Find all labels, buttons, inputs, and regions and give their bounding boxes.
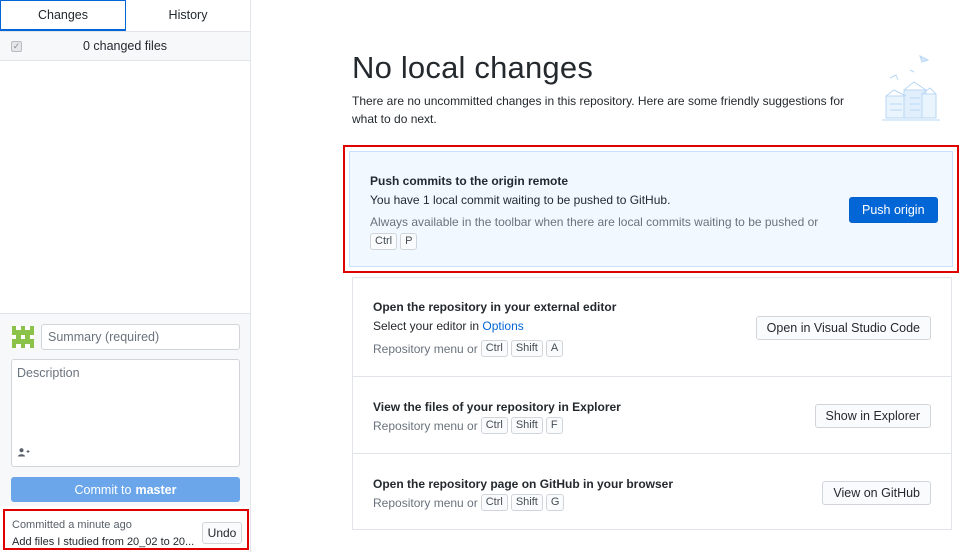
kbd-ctrl: Ctrl bbox=[480, 417, 508, 434]
push-origin-button[interactable]: Push origin bbox=[849, 197, 938, 223]
changed-files-header: ✓ 0 changed files bbox=[0, 32, 250, 61]
kbd-f: F bbox=[545, 417, 563, 434]
suggestions-list: Open the repository in your external edi… bbox=[352, 277, 952, 530]
explorer-hint-text: Repository menu or bbox=[373, 418, 478, 433]
suggestion-show-explorer: View the files of your repository in Exp… bbox=[353, 377, 951, 454]
push-shortcut: Ctrl P bbox=[370, 233, 418, 250]
last-commit-time: Committed a minute ago bbox=[12, 519, 132, 531]
github-title: Open the repository page on GitHub in yo… bbox=[373, 477, 674, 491]
push-card-body: Push commits to the origin remote You ha… bbox=[349, 151, 953, 267]
kbd-g: G bbox=[545, 494, 565, 511]
empty-boxes-illustration-icon bbox=[882, 55, 940, 121]
kbd-ctrl: Ctrl bbox=[370, 233, 398, 250]
explorer-title: View the files of your repository in Exp… bbox=[373, 400, 621, 414]
kbd-ctrl: Ctrl bbox=[480, 340, 508, 357]
kbd-ctrl: Ctrl bbox=[480, 494, 508, 511]
tab-changes[interactable]: Changes bbox=[0, 0, 126, 31]
avatar bbox=[12, 326, 34, 348]
page-subtitle: There are no uncommitted changes in this… bbox=[352, 94, 845, 126]
changed-files-count: 0 changed files bbox=[82, 39, 168, 53]
editor-hint: Repository menu or Ctrl Shift A bbox=[373, 340, 564, 357]
no-changes-view: No local changes There are no uncommitte… bbox=[252, 0, 962, 552]
sidebar-tabs: Changes History bbox=[0, 0, 250, 32]
push-title: Push commits to the origin remote bbox=[370, 174, 569, 188]
commit-button-label: Commit to bbox=[74, 482, 132, 497]
description-input[interactable] bbox=[12, 360, 239, 448]
kbd-shift: Shift bbox=[510, 417, 543, 434]
page-title: No local changes bbox=[352, 50, 594, 85]
kbd-p: P bbox=[400, 233, 418, 250]
kbd-a: A bbox=[545, 340, 564, 357]
github-hint-text: Repository menu or bbox=[373, 495, 478, 510]
editor-text-prefix: Select your editor in bbox=[373, 319, 480, 333]
suggestion-open-editor: Open the repository in your external edi… bbox=[353, 278, 951, 377]
view-on-github-button[interactable]: View on GitHub bbox=[822, 481, 931, 505]
editor-title: Open the repository in your external edi… bbox=[373, 300, 617, 314]
undo-commit-panel: Committed a minute ago Add files I studi… bbox=[3, 509, 249, 550]
editor-text: Select your editor in Options bbox=[373, 319, 524, 333]
editor-hint-text: Repository menu or bbox=[373, 341, 478, 356]
github-hint: Repository menu or Ctrl Shift G bbox=[373, 494, 565, 511]
tab-history[interactable]: History bbox=[126, 0, 250, 31]
commit-branch-name: master bbox=[135, 482, 177, 497]
push-text: You have 1 local commit waiting to be pu… bbox=[370, 193, 671, 207]
changed-files-list bbox=[0, 61, 250, 313]
push-hint-text: Always available in the toolbar when the… bbox=[370, 215, 819, 229]
person-add-icon bbox=[18, 448, 30, 457]
options-link[interactable]: Options bbox=[482, 319, 523, 333]
push-hint: Always available in the toolbar when the… bbox=[370, 215, 818, 229]
undo-button[interactable]: Undo bbox=[202, 522, 242, 544]
explorer-hint: Repository menu or Ctrl Shift F bbox=[373, 417, 563, 434]
commit-message-area: Commit to master bbox=[0, 313, 250, 506]
changes-sidebar: Changes History ✓ 0 changed files Summar… bbox=[0, 0, 251, 552]
description-box bbox=[11, 359, 240, 467]
open-in-vscode-button[interactable]: Open in Visual Studio Code bbox=[755, 316, 931, 340]
last-commit-message: Add files I studied from 20_02 to 20... bbox=[12, 536, 195, 548]
add-coauthor-icon[interactable] bbox=[18, 448, 30, 460]
summary-input[interactable] bbox=[41, 324, 240, 350]
kbd-shift: Shift bbox=[510, 494, 543, 511]
kbd-shift: Shift bbox=[510, 340, 543, 357]
commit-button[interactable]: Commit to master bbox=[11, 477, 240, 502]
select-all-checkbox[interactable]: ✓ bbox=[11, 40, 22, 52]
suggestion-view-github: Open the repository page on GitHub in yo… bbox=[353, 454, 951, 530]
push-commits-card: Push commits to the origin remote You ha… bbox=[343, 145, 959, 273]
show-in-explorer-button[interactable]: Show in Explorer bbox=[814, 404, 931, 428]
